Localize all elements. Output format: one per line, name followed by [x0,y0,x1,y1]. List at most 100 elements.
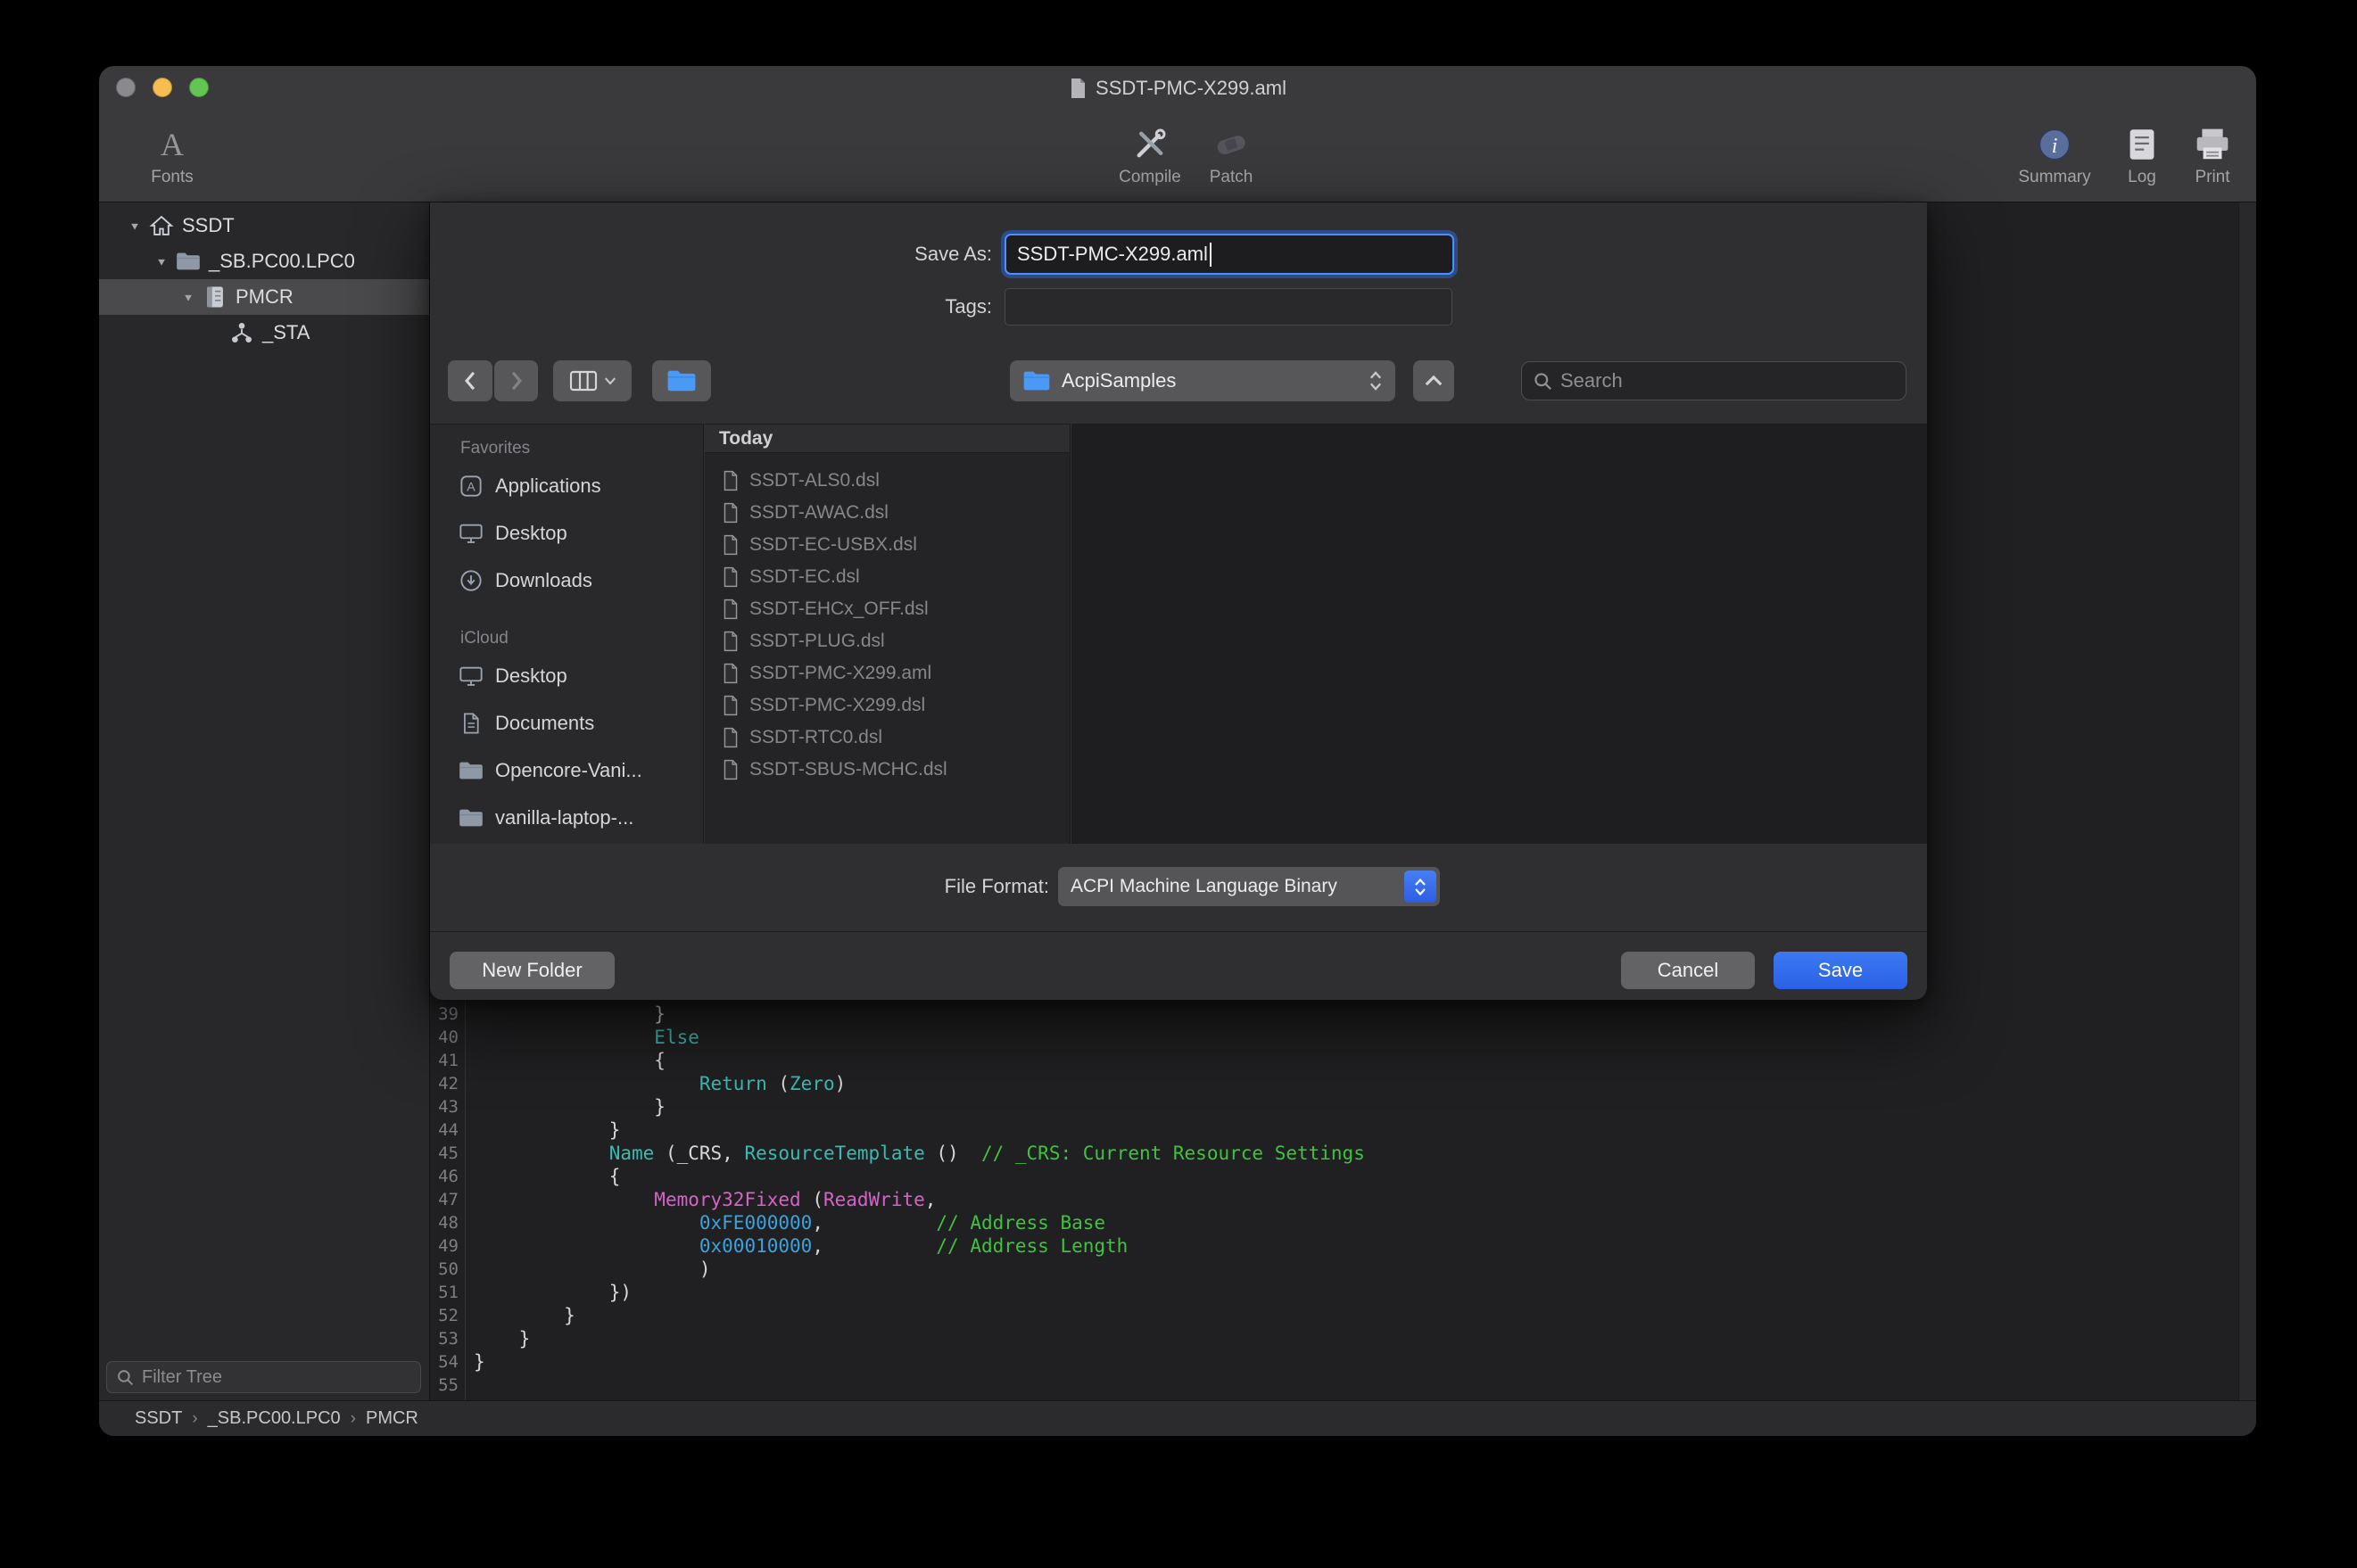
file-row[interactable]: SSDT-EC.dsl [705,561,1070,593]
file-format-dropdown[interactable]: ACPI Machine Language Binary [1058,867,1440,906]
breadcrumb: SSDT›_SB.PC00.LPC0›PMCR [135,1408,418,1429]
line-number: 40 [430,1026,465,1049]
file-format-label: File Format: [817,866,1049,907]
breadcrumb-item[interactable]: _SB.PC00.LPC0 [208,1408,341,1429]
tree-item-_sb.pc00.lpc0[interactable]: ▼_SB.PC00.LPC0 [99,243,429,279]
docfile-icon [721,663,740,684]
favorites-item-documents[interactable]: Documents [430,699,703,747]
file-name: SSDT-AWAC.dsl [749,502,889,524]
favorites-item-desktop[interactable]: Desktop [430,652,703,699]
disclosure-triangle-icon[interactable]: ▼ [174,291,203,303]
save-as-label: Save As: [796,234,992,275]
fonts-label: Fonts [105,168,239,187]
line-number: 39 [430,1003,465,1026]
file-list-column: Today SSDT-ALS0.dsl SSDT-AWAC.dsl SSDT-EC-… [705,424,1071,844]
line-number: 53 [430,1327,465,1350]
save-as-value: SSDT-PMC-X299.aml [1017,243,1208,266]
filter-tree-placeholder: Filter Tree [142,1367,222,1388]
line-number: 51 [430,1281,465,1304]
docfile-icon [721,598,740,620]
svg-text:A: A [467,480,476,494]
blue-folder-icon [666,368,697,393]
file-name: SSDT-ALS0.dsl [749,470,880,491]
tree-item-label: PMCR [236,285,294,309]
docfile-icon [721,759,740,780]
location-dropdown[interactable]: AcpiSamples [1010,360,1395,401]
cancel-button[interactable]: Cancel [1621,952,1755,989]
back-button[interactable] [448,360,492,401]
save-button[interactable]: Save [1774,952,1907,989]
file-row[interactable]: SSDT-EHCx_OFF.dsl [705,593,1070,625]
line-number: 44 [430,1118,465,1142]
tree-item-pmcr[interactable]: ▼ PMCR [99,279,429,315]
tags-input[interactable] [1005,288,1452,326]
breadcrumb-item[interactable]: SSDT [135,1408,182,1429]
tags-label: Tags: [796,288,992,326]
file-row[interactable]: SSDT-RTC0.dsl [705,722,1070,754]
disclosure-triangle-icon[interactable]: ▼ [120,219,149,232]
file-row[interactable]: SSDT-PLUG.dsl [705,625,1070,657]
up-directory-button[interactable] [1413,360,1454,401]
file-row[interactable]: SSDT-ALS0.dsl [705,465,1070,497]
printer-icon [2193,127,2232,162]
code-line: Return (Zero) [474,1072,1365,1095]
favorites-item-desktop[interactable]: Desktop [430,509,703,557]
code-line: 0xFE000000, // Address Base [474,1211,1365,1234]
fonts-button[interactable]: A Fonts [105,123,239,187]
docfile-icon [721,502,740,524]
applications-icon: A [459,475,484,498]
breadcrumb-item[interactable]: PMCR [366,1408,418,1429]
view-mode-dropdown[interactable] [553,360,632,401]
tree-item-ssdt[interactable]: ▼ SSDT [99,208,429,243]
file-name: SSDT-RTC0.dsl [749,727,882,748]
favorites-item-opencore-vani-[interactable]: Opencore-Vani... [430,747,703,794]
file-name: SSDT-EC-USBX.dsl [749,534,917,556]
line-number: 42 [430,1072,465,1095]
code-line: Memory32Fixed (ReadWrite, [474,1188,1365,1211]
save-as-input[interactable]: SSDT-PMC-X299.aml [1005,234,1454,275]
editor-scrollbar[interactable] [2238,202,2256,1400]
print-button[interactable]: Print [2146,123,2256,187]
file-name: SSDT-PMC-X299.dsl [749,695,925,716]
tree-item-label: SSDT [182,214,235,237]
home-icon [149,213,174,238]
file-name: SSDT-PMC-X299.aml [749,663,931,684]
forward-button[interactable] [494,360,538,401]
favorites-item-vanilla-laptop-[interactable]: vanilla-laptop-... [430,794,703,841]
window-title: SSDT-PMC-X299.aml [1096,77,1286,100]
filter-tree-input[interactable]: Filter Tree [106,1361,421,1393]
favorites-item-applications[interactable]: AApplications [430,462,703,509]
code-line: } [474,1327,1365,1350]
disclosure-triangle-icon[interactable]: ▼ [147,255,176,268]
fonts-icon: A [161,126,184,163]
status-breadcrumb-bar: SSDT›_SB.PC00.LPC0›PMCR [99,1400,2256,1436]
new-folder-icon-button[interactable] [652,360,711,401]
favorites-item-downloads[interactable]: Downloads [430,557,703,604]
docfile-icon [721,631,740,652]
file-row[interactable]: SSDT-AWAC.dsl [705,497,1070,529]
patch-button[interactable]: Patch [1164,123,1298,187]
acpi-tree-sidebar: ▼SSDT▼_SB.PC00.LPC0▼PMCR▼_STA Filter Tre… [99,202,430,1400]
favorites-panel: FavoritesAApplicationsDesktopDownloadsiC… [430,424,704,844]
code-line: } [474,1003,1365,1026]
file-name: SSDT-EC.dsl [749,566,860,588]
patch-label: Patch [1164,168,1298,187]
favorites-item-label: Desktop [495,664,567,688]
file-row[interactable]: SSDT-EC-USBX.dsl [705,529,1070,561]
app-window: 3940414243444546474849505152535455 } Els… [99,66,2256,1436]
search-input[interactable]: Search [1521,361,1906,400]
favorites-item-label: Documents [495,712,594,735]
search-icon [116,1368,134,1386]
docfile-icon [721,695,740,716]
sidebar-section-title: Favorites [430,435,703,462]
chevron-left-icon [460,369,480,392]
file-row[interactable]: SSDT-PMC-X299.aml [705,657,1070,689]
file-row[interactable]: SSDT-PMC-X299.dsl [705,689,1070,722]
docfile-icon [721,534,740,556]
location-name: AcpiSamples [1062,369,1358,392]
file-group-header: Today [705,424,1070,453]
file-row[interactable]: SSDT-SBUS-MCHC.dsl [705,754,1070,786]
new-folder-button[interactable]: New Folder [450,952,615,989]
tree-item-_sta[interactable]: ▼_STA [99,315,429,351]
blue-folder-icon [1022,369,1051,392]
